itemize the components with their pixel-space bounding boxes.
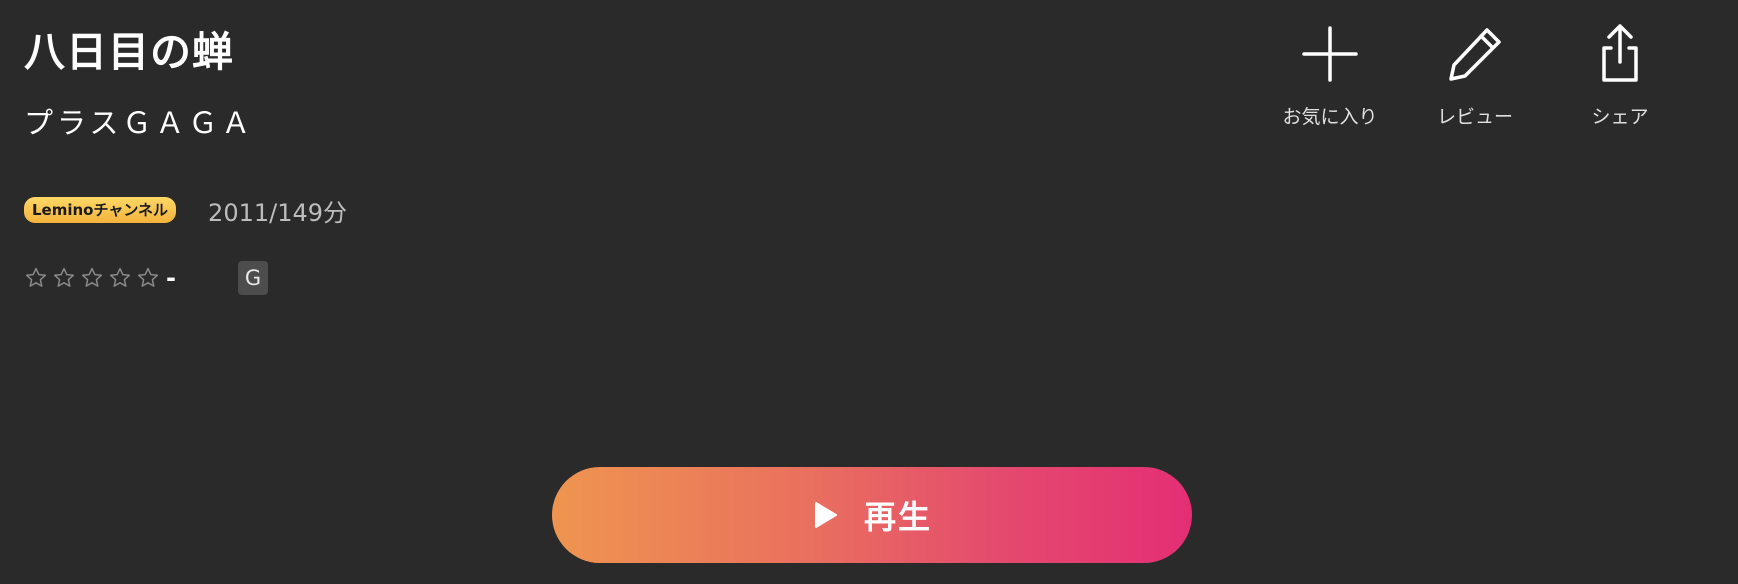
star-icon xyxy=(52,266,76,290)
channel-badge: Leminoチャンネル xyxy=(24,197,177,223)
share-icon xyxy=(1588,22,1652,86)
play-label: 再生 xyxy=(863,498,932,536)
review-button[interactable]: レビュー xyxy=(1415,22,1535,129)
favorite-label: お気に入り xyxy=(1282,106,1378,128)
meta-row: Leminoチャンネル 2011/149分 xyxy=(24,190,347,230)
pencil-icon xyxy=(1443,22,1507,86)
page-title: 八日目の蝉 xyxy=(24,28,234,76)
star-rating xyxy=(24,266,160,290)
year-length-text: 2011/149分 xyxy=(208,198,348,227)
age-rating-badge: G xyxy=(237,261,268,295)
rating-row: - G xyxy=(24,258,268,298)
plus-icon xyxy=(1298,22,1362,86)
share-button[interactable]: シェア xyxy=(1560,22,1680,129)
star-icon xyxy=(24,266,48,290)
play-button[interactable]: 再生 xyxy=(552,467,1192,563)
star-icon xyxy=(136,266,160,290)
favorite-button[interactable]: お気に入り xyxy=(1270,22,1390,129)
star-icon xyxy=(108,266,132,290)
studio-name: プラスＧＡＧＡ xyxy=(24,106,255,140)
share-label: シェア xyxy=(1591,106,1649,128)
play-icon xyxy=(812,500,840,530)
rating-value: - xyxy=(166,264,176,292)
star-icon xyxy=(80,266,104,290)
review-label: レビュー xyxy=(1436,106,1513,128)
action-bar: お気に入り レビュー シェア xyxy=(1270,22,1670,142)
